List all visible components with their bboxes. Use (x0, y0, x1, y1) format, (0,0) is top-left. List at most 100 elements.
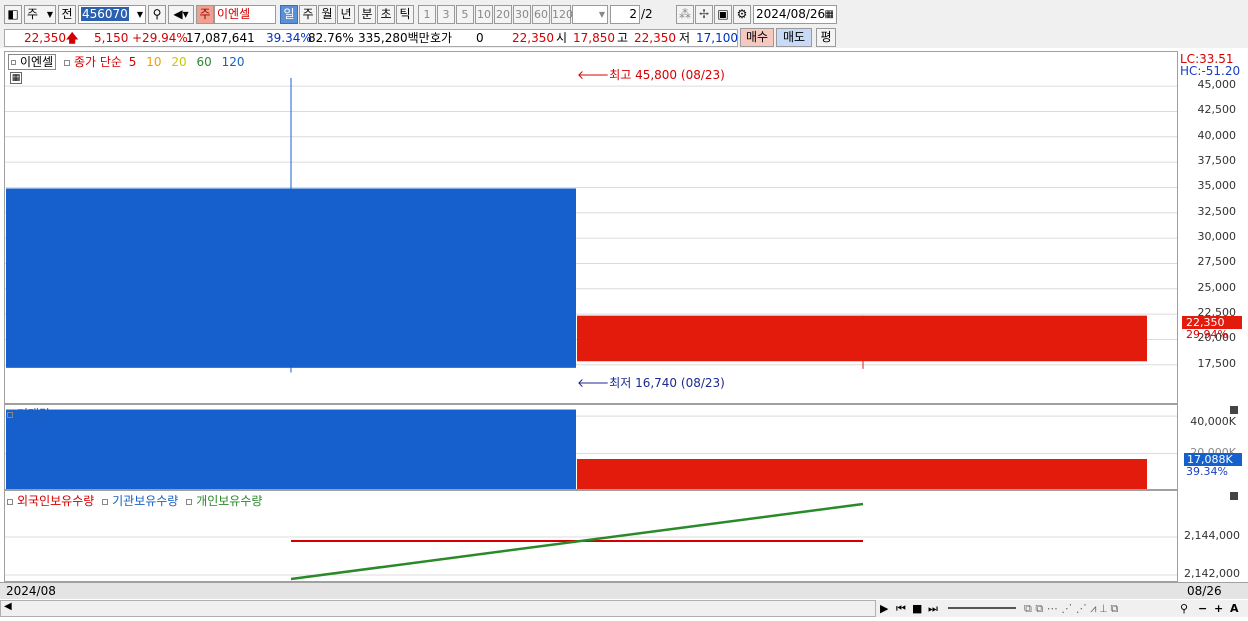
period-day-button[interactable]: 일 (280, 5, 298, 24)
ma-period: 60 (196, 55, 212, 69)
volume-chart (5, 409, 1177, 489)
interval-button[interactable]: 3 (437, 5, 455, 24)
speaker-icon[interactable]: ◀▾ (168, 5, 194, 24)
current-price: 22,350 (24, 31, 66, 45)
scroll-left-icon[interactable]: ◀ (4, 601, 12, 612)
tool-icon[interactable]: ✢ (695, 5, 713, 24)
price-tick: 30,000 (1197, 230, 1237, 244)
gear-icon[interactable]: ⚙ (733, 5, 751, 24)
holding-tick: 2,144,000 (1184, 529, 1240, 542)
sell-button[interactable]: 매도 (776, 28, 812, 47)
nav-controls: ▶ ⏮ ■ ⏭ ⧉ ⧉ ⋯ ⋰ ⋰ ⩘ ⟂ ⧉ ⚲ − + A (876, 600, 1248, 617)
interval-button[interactable]: 1 (418, 5, 436, 24)
price-legend: 이엔셀 종가 단순 5 10 20 60 120 (8, 53, 244, 70)
hc-label: HC:-51.20 (1180, 64, 1241, 78)
page-input[interactable]: 2 (610, 5, 640, 24)
interval-dropdown[interactable]: ▼ (572, 5, 608, 24)
zoom-icon[interactable]: ⚲ (1180, 600, 1188, 617)
period-year-button[interactable]: 년 (337, 5, 355, 24)
bottom-scrollbar[interactable]: ◀ (0, 600, 876, 617)
price-axis: LC:33.51 HC:-51.20 45,000 42,500 40,000 37,… (1178, 51, 1244, 404)
date-input[interactable]: 2024/08/26 ▦ (753, 5, 837, 24)
low-price: 17,100 (696, 31, 738, 45)
price-chart (5, 78, 1177, 373)
price-tick: 45,000 (1197, 78, 1237, 92)
save-icon[interactable]: ▣ (714, 5, 732, 24)
code-input[interactable]: 456070 ▼ (78, 5, 146, 24)
trade-amount: 335,280백만 (358, 31, 430, 45)
avg-button[interactable]: 평 (816, 28, 836, 47)
volume-legend: 거래량 (7, 405, 50, 422)
holding-legend: 외국인보유수량 기관보유수량 개인보유수량 (7, 492, 262, 509)
open-label: 시 (556, 31, 568, 45)
volume-current-pct: 39.34% (1186, 465, 1228, 478)
volume-axis: 40,000K 20,000K 17,088K 39.34% (1178, 404, 1244, 490)
price-tick: 42,500 (1197, 103, 1237, 117)
current-pct-tag: 29.94% (1186, 328, 1228, 341)
interval-button[interactable]: 120 (551, 5, 573, 24)
hoga-value: 0 (476, 31, 484, 45)
volume-chart-panel[interactable]: 거래량 (4, 404, 1178, 490)
low-marker: 🡐최저 16,740 (08/23) (577, 376, 725, 390)
close-panel-icon[interactable] (1230, 406, 1238, 414)
buy-button[interactable]: 매수 (740, 28, 774, 47)
prev-icon[interactable]: ⏮ (896, 600, 906, 617)
price-tick: 25,000 (1197, 280, 1237, 294)
price-tick: 17,500 (1197, 356, 1237, 370)
right-date: 08/26 (1187, 584, 1222, 598)
font-icon[interactable]: A (1230, 600, 1239, 617)
interval-button[interactable]: 5 (456, 5, 474, 24)
high-price: 22,350 (634, 31, 676, 45)
zoom-slider[interactable] (948, 607, 1016, 609)
plus-icon[interactable]: + (1214, 600, 1223, 617)
close-panel-icon[interactable] (1230, 492, 1238, 500)
interval-button[interactable]: 20 (494, 5, 512, 24)
holding-chart-panel[interactable]: 외국인보유수량 기관보유수량 개인보유수량 (4, 490, 1178, 582)
holding-tick: 2,142,000 (1184, 567, 1240, 580)
low-label: 저 (679, 31, 691, 45)
type-label: 주 (27, 7, 39, 21)
price-tick: 32,500 (1197, 204, 1237, 218)
period-minute-button[interactable]: 분 (358, 5, 376, 24)
turnover-pct: 82.76% (308, 31, 354, 45)
layout-icon[interactable]: ◧ (4, 5, 22, 24)
high-label: 고 (617, 31, 629, 45)
price-tick: 40,000 (1197, 128, 1237, 142)
ma-label: 종가 단순 (73, 55, 122, 69)
period-tick-button[interactable]: 틱 (396, 5, 414, 24)
volume-tick: 40,000K (1190, 415, 1236, 428)
left-date: 2024/08 (6, 584, 56, 598)
calendar-icon[interactable]: ▦ (825, 6, 834, 23)
link-icon[interactable]: ⁂ (676, 5, 694, 24)
table-icon[interactable]: ▦ (10, 72, 22, 84)
price-chart-panel[interactable]: 이엔셀 종가 단순 5 10 20 60 120 ▦ 🡐최고 45,800 (0… (4, 51, 1178, 404)
hoga-label: 호가 (430, 31, 453, 45)
price-tick: 35,000 (1197, 179, 1237, 193)
period-second-button[interactable]: 초 (377, 5, 395, 24)
minus-icon[interactable]: − (1198, 600, 1207, 617)
price-change: 5,150 (94, 31, 129, 45)
interval-button[interactable]: 30 (513, 5, 531, 24)
volume-value: 17,087,641 (186, 31, 255, 45)
search-icon[interactable]: ⚲ (148, 5, 166, 24)
volume-bar (577, 458, 1147, 489)
interval-button[interactable]: 10 (475, 5, 493, 24)
drawing-tools-icon[interactable]: ⧉ ⧉ ⋯ ⋰ ⋰ ⩘ ⟂ ⧉ (1024, 600, 1118, 617)
name-legend-box: 이엔셀 (8, 54, 57, 70)
high-marker: 🡐최고 45,800 (08/23) (577, 68, 725, 82)
page-total: /2 (641, 7, 653, 21)
next-icon[interactable]: ⏭ (928, 600, 938, 617)
stock-name-field[interactable]: 이엔셀 (214, 5, 276, 24)
period-month-button[interactable]: 월 (318, 5, 336, 24)
ma-period: 5 (128, 55, 137, 69)
legend-individual: 개인보유수량 (196, 494, 263, 508)
up-arrow-icon: 🡅 (66, 31, 79, 45)
type-select[interactable]: 주 ▼ (24, 5, 56, 24)
period-week-button[interactable]: 주 (299, 5, 317, 24)
ma-period: 20 (171, 55, 187, 69)
play-icon[interactable]: ▶ (880, 600, 888, 617)
interval-button[interactable]: 60 (532, 5, 550, 24)
legend-foreign: 외국인보유수량 (17, 494, 95, 508)
market-select[interactable]: 전 (58, 5, 76, 24)
stop-icon[interactable]: ■ (912, 600, 922, 617)
